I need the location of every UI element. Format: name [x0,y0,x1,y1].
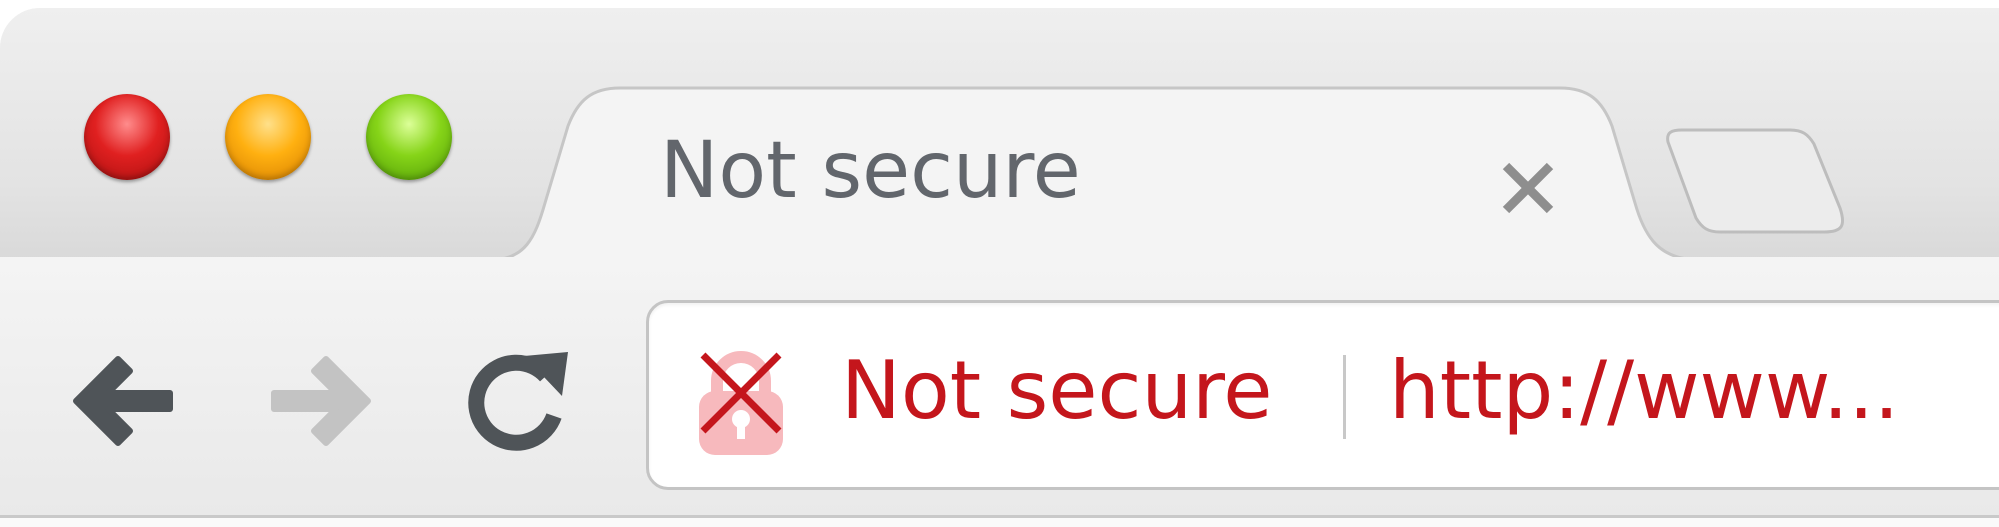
tab-close-icon[interactable] [1498,158,1558,218]
tab-strip: Not secure [0,8,1999,260]
new-tab-button[interactable] [1660,128,1850,238]
security-status-label[interactable]: Not secure [841,351,1273,431]
browser-window: Not secure Not secure http://www... [0,8,1999,527]
address-bar[interactable]: Not secure http://www... [646,300,1999,490]
toolbar-bottom-edge [0,515,1999,527]
forward-button-icon[interactable] [266,346,376,456]
tab-title: Not secure [660,126,1081,216]
reload-button-icon[interactable] [462,346,572,456]
url-text[interactable]: http://www... [1389,351,1899,431]
browser-toolbar: Not secure http://www... [0,260,1999,515]
broken-lock-icon[interactable] [693,347,789,457]
omnibox-divider [1343,355,1346,439]
back-button-icon[interactable] [68,346,178,456]
